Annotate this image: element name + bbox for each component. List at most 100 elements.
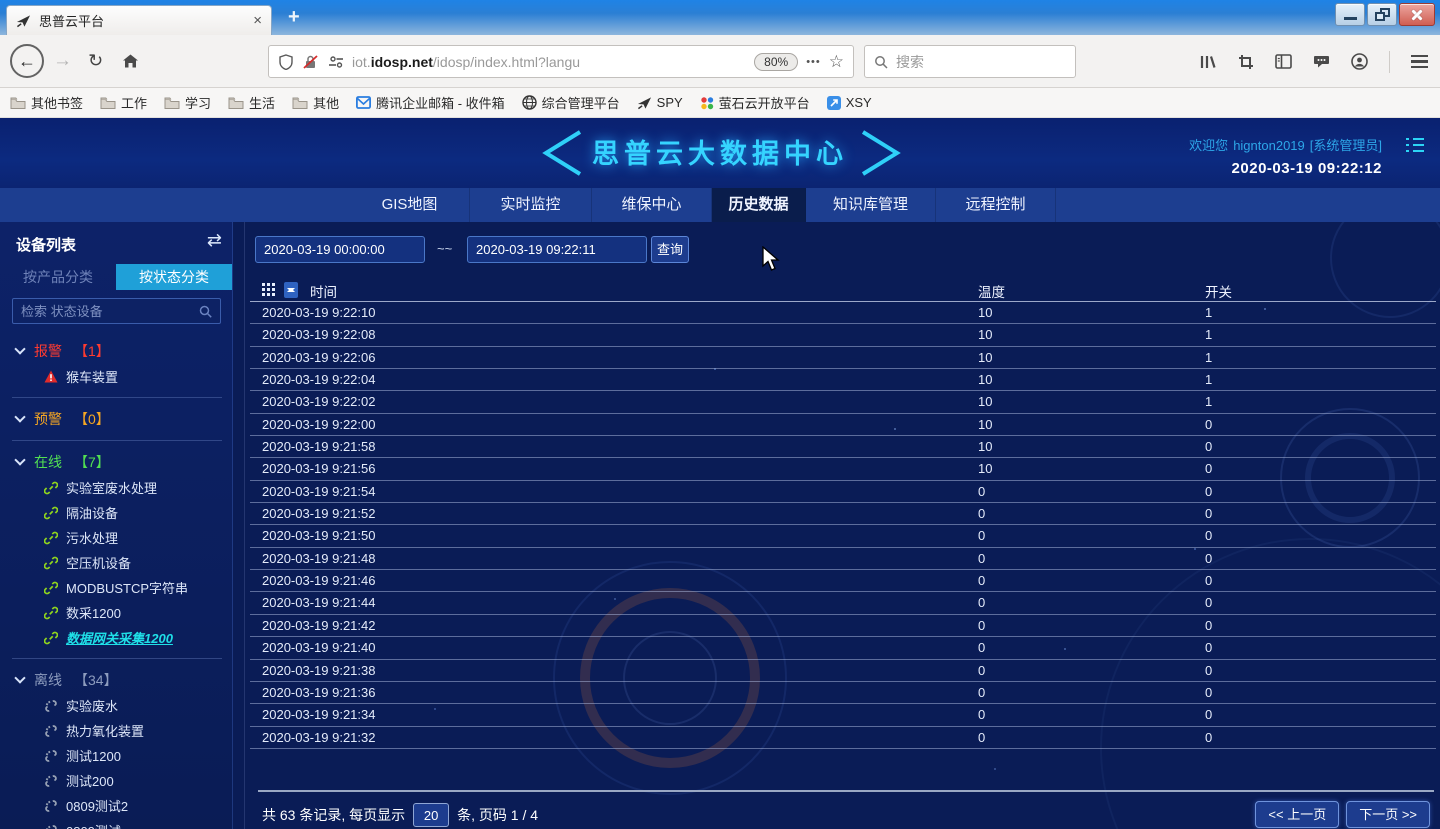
bookmark-item[interactable]: 萤石云开放平台 xyxy=(700,93,810,112)
bookmark-item[interactable]: 工作 xyxy=(100,93,147,112)
nav-tab-4[interactable]: 知识库管理 xyxy=(806,188,936,222)
bookmark-item[interactable]: 生活 xyxy=(228,93,275,112)
device-item[interactable]: 0809测试2 xyxy=(0,793,232,818)
bookmark-item[interactable]: 综合管理平台 xyxy=(522,93,620,112)
nav-tab-1[interactable]: 实时监控 xyxy=(470,188,592,222)
device-group[interactable]: 离线【34】 xyxy=(0,667,232,693)
column-switch[interactable]: 开关 xyxy=(1205,281,1232,301)
device-group[interactable]: 预警【0】 xyxy=(0,406,232,432)
table-row[interactable]: 2020-03-19 9:22:08101 xyxy=(250,324,1436,346)
sort-icon[interactable] xyxy=(284,282,298,298)
column-time[interactable]: 时间 xyxy=(310,281,337,301)
bookmark-item[interactable]: XSY xyxy=(827,95,872,110)
chevron-down-icon[interactable] xyxy=(14,343,25,354)
screenshot-icon[interactable] xyxy=(1238,54,1254,70)
start-datetime-input[interactable] xyxy=(255,236,425,263)
table-row[interactable]: 2020-03-19 9:21:3200 xyxy=(250,727,1436,749)
table-row[interactable]: 2020-03-19 9:22:10101 xyxy=(250,302,1436,324)
end-datetime-input[interactable] xyxy=(467,236,647,263)
device-item[interactable]: 实验废水 xyxy=(0,693,232,718)
forward-button[interactable]: → xyxy=(53,50,72,72)
table-row[interactable]: 2020-03-19 9:21:3600 xyxy=(250,682,1436,704)
device-group[interactable]: 报警【1】 xyxy=(0,338,232,364)
new-tab-button[interactable]: + xyxy=(288,6,300,29)
prev-page-button[interactable]: << 上一页 xyxy=(1255,801,1339,828)
device-item[interactable]: 测试200 xyxy=(0,768,232,793)
table-row[interactable]: 2020-03-19 9:21:4800 xyxy=(250,548,1436,570)
device-search[interactable] xyxy=(12,298,221,324)
url-text[interactable]: iot.idosp.net/idosp/index.html?langu xyxy=(352,54,746,70)
library-icon[interactable] xyxy=(1199,54,1217,70)
tab-close-icon[interactable]: × xyxy=(253,13,262,28)
table-row[interactable]: 2020-03-19 9:21:4200 xyxy=(250,615,1436,637)
table-row[interactable]: 2020-03-19 9:21:4600 xyxy=(250,570,1436,592)
device-item[interactable]: 隔油设备 xyxy=(0,500,232,525)
zoom-level-badge[interactable]: 80% xyxy=(754,53,798,71)
table-row[interactable]: 2020-03-19 9:22:06101 xyxy=(250,347,1436,369)
nav-tab-3[interactable]: 历史数据 xyxy=(712,188,806,222)
device-item[interactable]: 数据网关采集1200 xyxy=(0,625,232,650)
permissions-icon[interactable] xyxy=(328,55,344,69)
column-picker-icon[interactable] xyxy=(262,283,275,296)
column-temperature[interactable]: 温度 xyxy=(978,281,1005,301)
chevron-down-icon[interactable] xyxy=(14,411,25,422)
device-search-input[interactable] xyxy=(21,304,193,319)
page-size-input[interactable] xyxy=(413,803,449,827)
chevron-down-icon[interactable] xyxy=(14,454,25,465)
table-row[interactable]: 2020-03-19 9:22:04101 xyxy=(250,369,1436,391)
shield-icon[interactable] xyxy=(278,54,294,70)
window-minimize-button[interactable] xyxy=(1335,3,1365,26)
table-row[interactable]: 2020-03-19 9:21:5000 xyxy=(250,525,1436,547)
nav-tab-0[interactable]: GIS地图 xyxy=(350,188,470,222)
user-menu-icon[interactable] xyxy=(1406,138,1424,152)
home-button[interactable] xyxy=(122,54,139,69)
bookmark-star-icon[interactable]: ☆ xyxy=(829,52,844,72)
page-actions-icon[interactable]: ••• xyxy=(806,56,821,68)
chat-icon[interactable] xyxy=(1313,54,1330,69)
tab-by-product[interactable]: 按产品分类 xyxy=(0,264,116,290)
device-item[interactable]: 热力氧化装置 xyxy=(0,718,232,743)
device-item[interactable]: MODBUSTCP字符串 xyxy=(0,575,232,600)
url-bar[interactable]: iot.idosp.net/idosp/index.html?langu 80%… xyxy=(268,45,854,78)
chevron-down-icon[interactable] xyxy=(14,672,25,683)
device-item[interactable]: 空压机设备 xyxy=(0,550,232,575)
nav-tab-5[interactable]: 远程控制 xyxy=(936,188,1056,222)
bookmark-item[interactable]: 其他 xyxy=(292,93,339,112)
account-icon[interactable] xyxy=(1351,53,1368,70)
device-item[interactable]: 测试1200 xyxy=(0,743,232,768)
table-row[interactable]: 2020-03-19 9:22:00100 xyxy=(250,414,1436,436)
sidebar-toggle-icon[interactable] xyxy=(1275,54,1292,69)
window-close-button[interactable] xyxy=(1399,3,1435,26)
bookmark-item[interactable]: 学习 xyxy=(164,93,211,112)
device-group[interactable]: 在线【7】 xyxy=(0,449,232,475)
table-row[interactable]: 2020-03-19 9:22:02101 xyxy=(250,391,1436,413)
table-row[interactable]: 2020-03-19 9:21:5400 xyxy=(250,481,1436,503)
back-button[interactable]: ← xyxy=(10,44,44,78)
device-item[interactable]: 数采1200 xyxy=(0,600,232,625)
bookmark-item[interactable]: 其他书签 xyxy=(10,93,83,112)
table-row[interactable]: 2020-03-19 9:21:4400 xyxy=(250,592,1436,614)
table-row[interactable]: 2020-03-19 9:21:56100 xyxy=(250,458,1436,480)
menu-icon[interactable] xyxy=(1411,55,1428,68)
table-row[interactable]: 2020-03-19 9:21:3400 xyxy=(250,704,1436,726)
device-item[interactable]: 0809测试 xyxy=(0,818,232,829)
device-item[interactable]: 实验室废水处理 xyxy=(0,475,232,500)
bookmark-item[interactable]: SPY xyxy=(637,95,683,110)
insecure-lock-icon[interactable] xyxy=(302,54,320,70)
tab-by-status[interactable]: 按状态分类 xyxy=(116,264,232,290)
swap-view-icon[interactable]: ⇄ xyxy=(207,230,222,251)
nav-tab-2[interactable]: 维保中心 xyxy=(592,188,712,222)
browser-tab[interactable]: 思普云平台 × xyxy=(6,5,272,35)
bookmark-item[interactable]: 腾讯企业邮箱 - 收件箱 xyxy=(356,93,505,112)
device-item[interactable]: 污水处理 xyxy=(0,525,232,550)
table-row[interactable]: 2020-03-19 9:21:5200 xyxy=(250,503,1436,525)
table-row[interactable]: 2020-03-19 9:21:58100 xyxy=(250,436,1436,458)
table-row[interactable]: 2020-03-19 9:21:4000 xyxy=(250,637,1436,659)
search-bar[interactable] xyxy=(864,45,1076,78)
table-row[interactable]: 2020-03-19 9:21:3800 xyxy=(250,660,1436,682)
device-item[interactable]: 猴车装置 xyxy=(0,364,232,389)
next-page-button[interactable]: 下一页 >> xyxy=(1346,801,1430,828)
reload-button[interactable]: ↻ xyxy=(88,51,103,72)
search-input[interactable] xyxy=(896,54,1077,70)
window-restore-button[interactable] xyxy=(1367,3,1397,26)
